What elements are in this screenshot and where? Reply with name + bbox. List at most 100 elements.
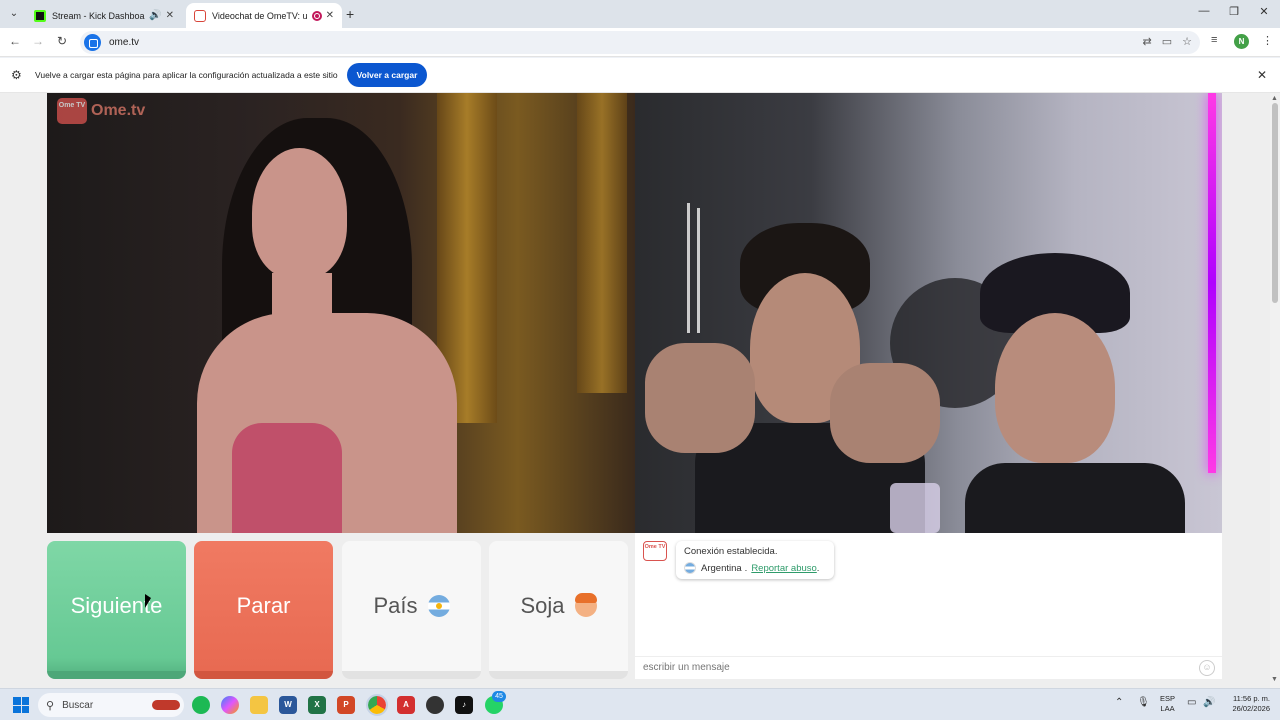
word-icon[interactable]: W — [279, 696, 297, 714]
reload-button[interactable]: Volver a cargar — [347, 63, 427, 87]
new-tab-button[interactable]: + — [346, 6, 354, 22]
curtain — [577, 93, 627, 393]
boy-emoji-icon — [574, 593, 597, 617]
scroll-thumb[interactable] — [1272, 103, 1278, 303]
connection-status: Conexión establecida. — [684, 546, 778, 557]
reload-infobar: ⚙ Vuelve a cargar esta página para aplic… — [0, 58, 1280, 93]
scroll-up-arrow-icon[interactable]: ▲ — [1271, 95, 1278, 102]
tab-title: Videochat de OmeTV: una — [212, 10, 308, 21]
network-icon[interactable]: ▭ — [1187, 697, 1196, 708]
volume-icon[interactable]: 🔊 — [1203, 697, 1215, 708]
report-abuse-link[interactable]: Reportar abuso — [751, 563, 816, 574]
scroll-down-arrow-icon[interactable]: ▼ — [1271, 676, 1278, 683]
face — [252, 148, 347, 278]
tiktok-icon[interactable]: ♪ — [455, 696, 473, 714]
door-handle — [687, 203, 690, 333]
report-suffix: . — [816, 562, 820, 574]
media-controls-icon[interactable]: ≡ — [1211, 34, 1217, 46]
clock-date: 26/02/2026 — [1232, 704, 1270, 713]
speaker-icon[interactable]: 🔊 — [149, 10, 161, 21]
obs-icon[interactable] — [426, 696, 444, 714]
back-icon[interactable]: ← — [7, 34, 23, 48]
kick-icon — [34, 9, 46, 22]
argentina-flag-icon — [684, 562, 696, 574]
close-window-icon[interactable]: ✕ — [1250, 5, 1278, 18]
close-infobar-icon[interactable]: ✕ — [1257, 68, 1267, 82]
emoji-picker-icon[interactable]: ☺ — [1199, 660, 1215, 676]
browser-toolbar: ← → ↻ ome.tv ⇄ ▭ ☆ ≡ N ⋮ — [0, 28, 1280, 57]
clock[interactable]: 11:56 p. m. 26/02/2026 — [1222, 694, 1270, 714]
mouse-cursor-icon — [145, 594, 151, 608]
stop-button[interactable]: Parar — [194, 541, 333, 679]
shirt — [965, 463, 1185, 533]
close-tab-icon[interactable]: ✕ — [326, 10, 334, 21]
hand — [645, 343, 755, 453]
logo-badge: Ome TV — [57, 98, 87, 124]
forward-icon[interactable]: → — [30, 34, 46, 48]
country-button[interactable]: País — [342, 541, 481, 679]
country-label: País — [373, 593, 418, 618]
ometv-icon — [194, 9, 206, 22]
file-explorer-icon[interactable] — [250, 696, 268, 714]
site-info-icon[interactable] — [84, 34, 101, 51]
face — [995, 313, 1115, 463]
cast-icon[interactable]: ▭ — [1162, 35, 1172, 48]
recording-icon — [311, 10, 322, 21]
translate-icon[interactable]: ⇄ — [1143, 35, 1152, 48]
gender-label: Soja — [520, 593, 565, 618]
copilot-icon[interactable] — [221, 696, 239, 714]
language-indicator[interactable]: ESP LAA — [1160, 694, 1175, 714]
lang-code: ESP — [1160, 694, 1176, 703]
menu-kebab-icon[interactable]: ⋮ — [1262, 34, 1273, 47]
top — [232, 423, 342, 533]
logo-text: Ome.tv — [91, 102, 146, 119]
microphone-icon[interactable]: 🎙 — [1137, 697, 1150, 708]
clock-time: 11:56 p. m. — [1233, 694, 1270, 703]
ometv-logo: Ome TV Ome.tv — [57, 98, 145, 124]
search-highlight-art — [152, 700, 180, 710]
hand — [830, 363, 940, 463]
avatar[interactable]: N — [1234, 34, 1249, 49]
close-tab-icon[interactable]: ✕ — [166, 10, 174, 21]
powerpoint-icon[interactable]: P — [337, 696, 355, 714]
url-text[interactable]: ome.tv — [109, 37, 139, 48]
ometv-chat-icon: Ome TV — [643, 541, 667, 561]
chrome-icon[interactable] — [366, 694, 388, 716]
message-input[interactable] — [643, 662, 1183, 673]
excel-icon[interactable]: X — [308, 696, 326, 714]
tray-chevron-icon[interactable]: ⌃ — [1115, 697, 1123, 708]
door-handle — [697, 208, 700, 333]
spotify-icon[interactable] — [192, 696, 210, 714]
gender-button[interactable]: Soja — [489, 541, 628, 679]
tab-ometv[interactable]: Videochat de OmeTV: una ✕ — [186, 3, 342, 28]
stop-label: Parar — [236, 593, 291, 618]
remote-video — [635, 93, 1222, 533]
next-button[interactable]: Siguiente — [47, 541, 186, 679]
minimize-icon[interactable]: — — [1190, 5, 1218, 17]
tab-search-chevron-icon[interactable]: ⌄ — [6, 6, 22, 22]
bookmark-star-icon[interactable]: ☆ — [1182, 35, 1192, 48]
taskbar-search[interactable]: ⚲ Buscar — [38, 693, 184, 717]
partner-country: Argentina — [701, 562, 742, 574]
local-video — [47, 93, 635, 533]
microphone — [890, 483, 940, 533]
separator: . — [744, 562, 748, 574]
restore-icon[interactable]: ❐ — [1220, 5, 1248, 18]
search-placeholder: Buscar — [62, 699, 94, 711]
argentina-flag-icon — [427, 595, 450, 617]
whatsapp-badge: 45 — [492, 691, 506, 702]
settings-gear-icon: ⚙ — [11, 68, 22, 82]
tab-strip: ⌄ Stream - Kick Dashboard 🔊 ✕ Videochat … — [0, 0, 1280, 28]
tab-title: Stream - Kick Dashboard — [52, 10, 146, 21]
reload-icon[interactable]: ↻ — [54, 34, 70, 48]
infobar-message: Vuelve a cargar esta página para aplicar… — [35, 70, 338, 80]
tab-kick-dashboard[interactable]: Stream - Kick Dashboard 🔊 ✕ — [26, 3, 182, 28]
acrobat-icon[interactable]: A — [397, 696, 415, 714]
chat-input-row: ☺ — [635, 656, 1222, 679]
windows-start-icon[interactable] — [13, 697, 29, 713]
windows-taskbar: ⚲ Buscar W X P A ♪ — [0, 688, 1280, 720]
keyboard-layout: LAA — [1160, 704, 1175, 713]
neon-light — [1208, 93, 1216, 473]
address-bar[interactable]: ome.tv ⇄ ▭ ☆ — [80, 31, 1200, 54]
system-message: Conexión establecida. Argentina . Report… — [676, 541, 834, 579]
